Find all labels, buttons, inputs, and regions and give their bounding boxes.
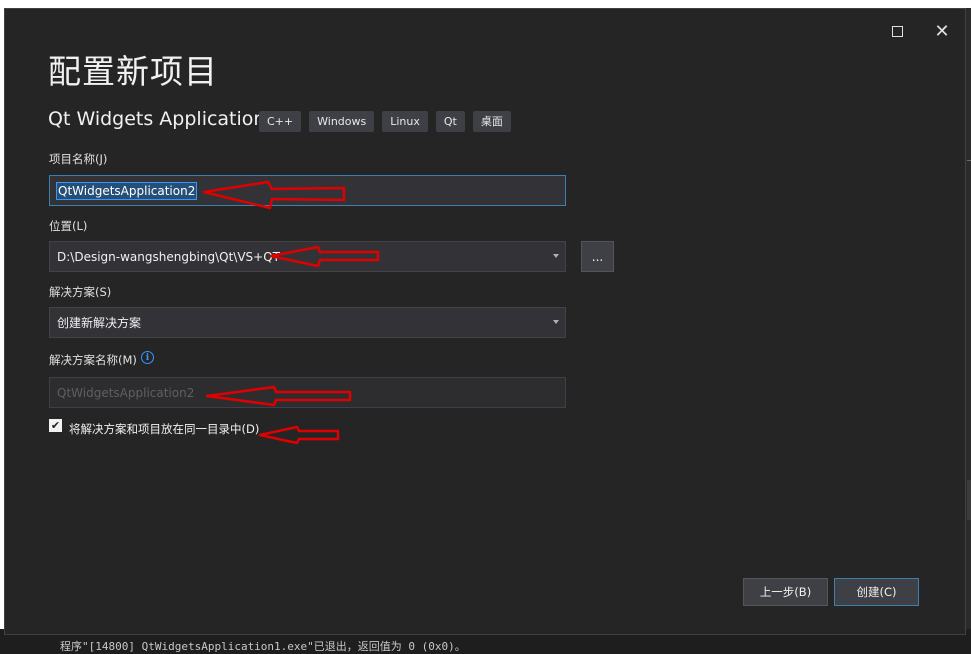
maximize-button[interactable] (880, 17, 914, 45)
project-name-label: 项目名称(J) (49, 152, 108, 166)
solution-value: 创建新解决方案 (57, 316, 142, 330)
info-icon[interactable]: i (141, 351, 154, 364)
back-button[interactable]: 上一步(B) (743, 578, 828, 606)
maximize-icon (891, 25, 903, 37)
template-name: Qt Widgets Application (48, 108, 266, 130)
create-button[interactable]: 创建(C) (834, 578, 919, 606)
tag-windows: Windows (309, 111, 375, 132)
close-icon: ✕ (934, 20, 950, 42)
solution-name-label: 解决方案名称(M) (49, 353, 137, 367)
checkmark-icon: ✔ (50, 419, 61, 432)
template-tags: C++ Windows Linux Qt 桌面 (259, 111, 511, 132)
same-directory-label[interactable]: 将解决方案和项目放在同一目录中(D) (69, 421, 259, 437)
same-directory-checkbox[interactable]: ✔ (49, 419, 62, 432)
chevron-down-icon (553, 254, 559, 258)
solution-combobox[interactable]: 创建新解决方案 (49, 307, 566, 338)
ide-output-text: 程序"[14800] QtWidgetsApplication1.exe"已退出… (60, 640, 466, 653)
ide-right-edge (966, 8, 971, 654)
configure-project-dialog: ✕ 配置新项目 Qt Widgets Application C++ Windo… (4, 8, 966, 635)
annotation-arrow-solution-name (205, 385, 352, 407)
ide-right-divider (967, 160, 971, 161)
solution-label: 解决方案(S) (49, 285, 112, 299)
browse-button[interactable]: ... (581, 241, 614, 272)
location-label: 位置(L) (49, 219, 88, 233)
chevron-down-icon (553, 320, 559, 324)
solution-name-value: QtWidgetsApplication2 (57, 385, 195, 400)
ide-right-scroll (967, 480, 971, 520)
annotation-arrow-same-directory (258, 425, 340, 445)
annotation-arrow-location (269, 245, 380, 268)
location-value: D:\Design-wangshengbing\Qt\VS+QT (57, 249, 281, 264)
tag-desktop: 桌面 (472, 111, 511, 132)
project-name-value: QtWidgetsApplication2 (55, 181, 198, 200)
tag-qt: Qt (435, 111, 465, 132)
tag-cpp: C++ (259, 111, 302, 132)
tag-linux: Linux (382, 111, 428, 132)
page-title: 配置新项目 (48, 52, 218, 91)
annotation-arrow-project-name (202, 180, 346, 210)
close-button[interactable]: ✕ (925, 17, 959, 45)
